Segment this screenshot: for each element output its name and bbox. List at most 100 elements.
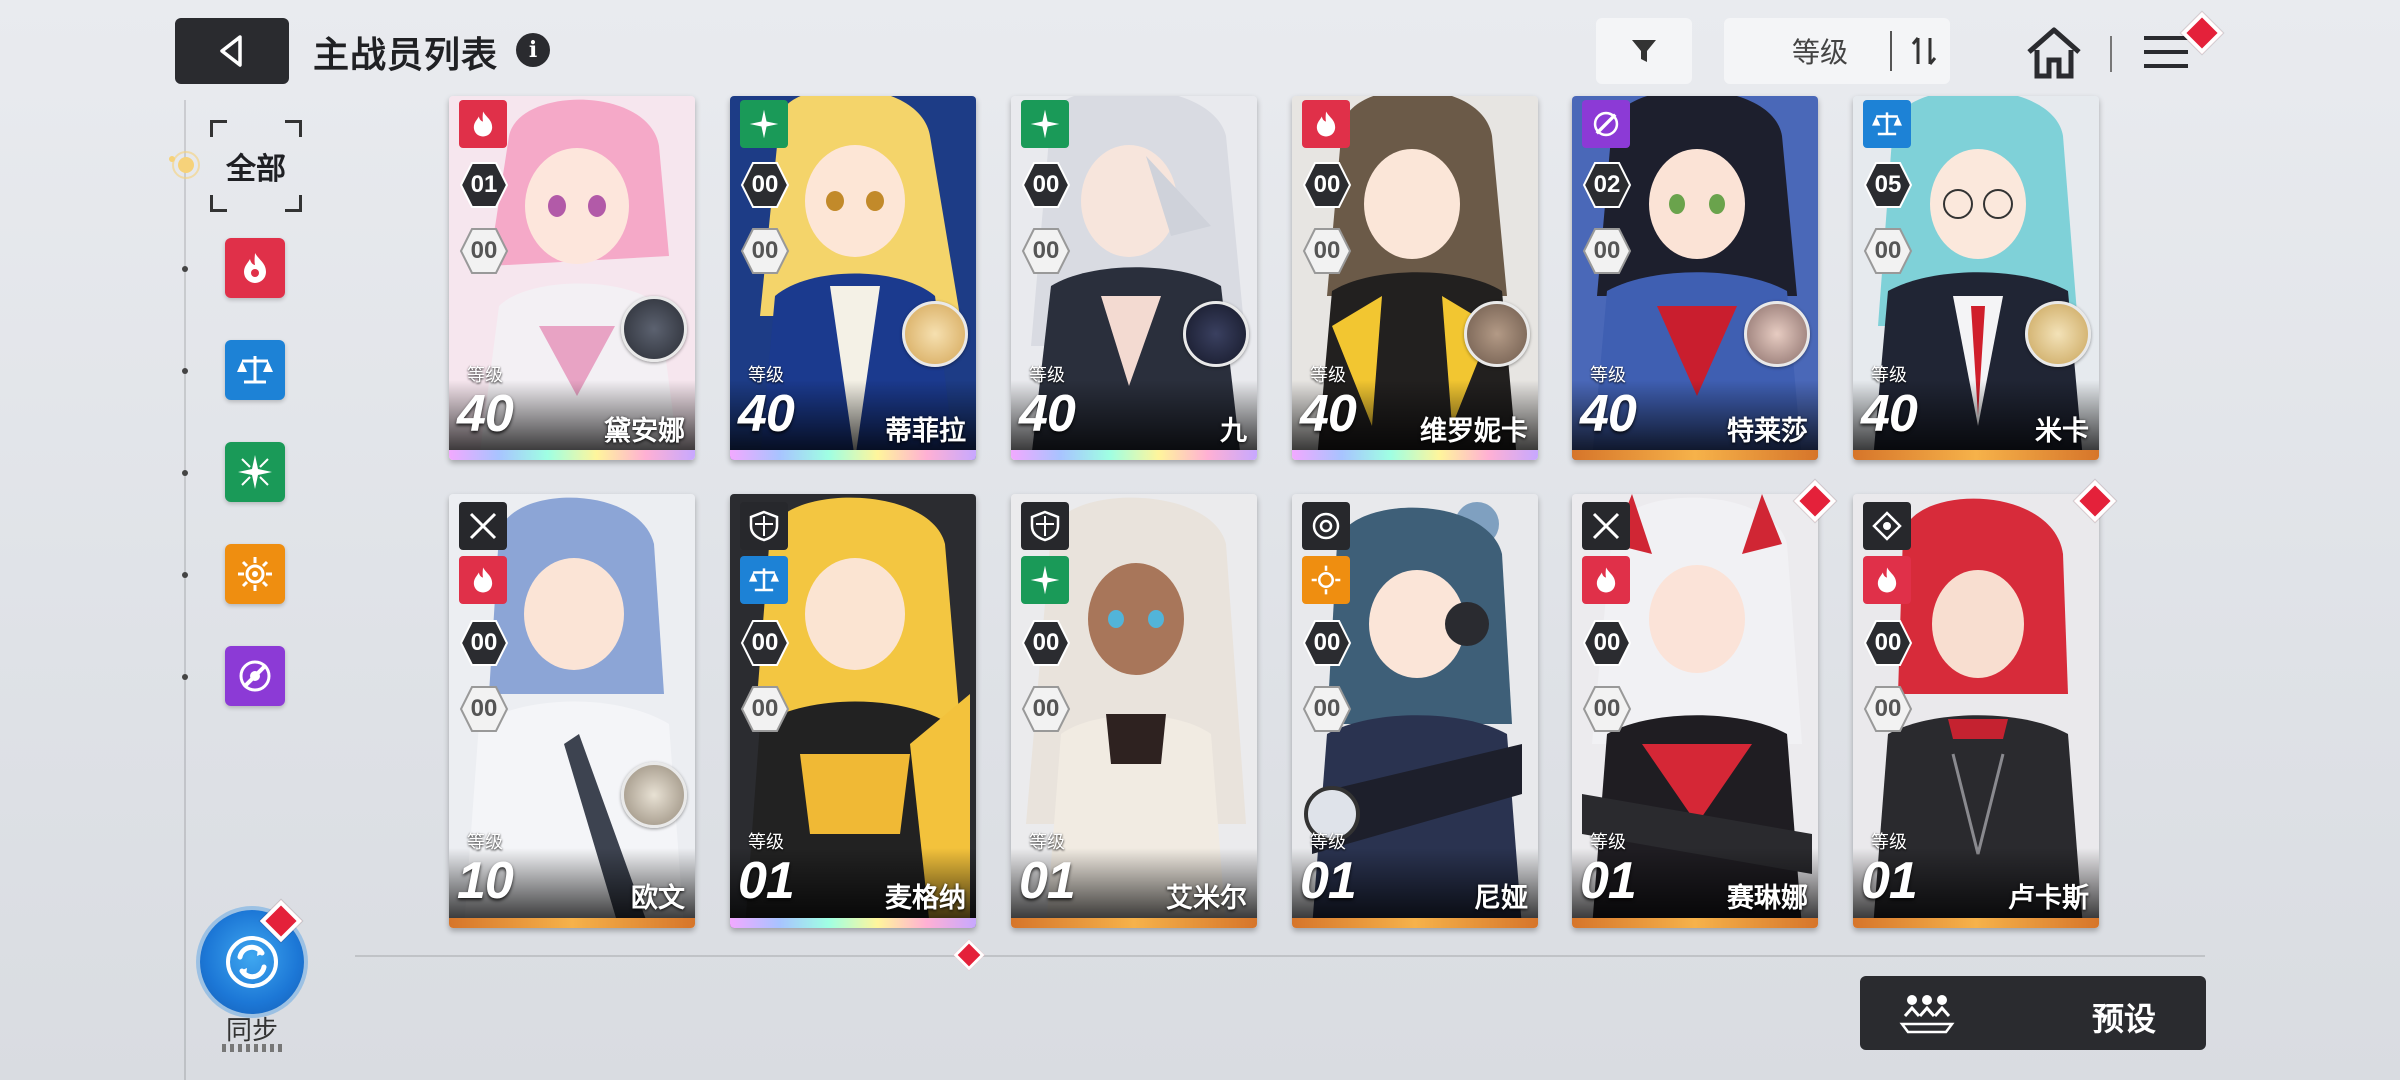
character-name: 蒂菲拉 bbox=[885, 416, 966, 446]
star-attribute-icon bbox=[1021, 556, 1069, 604]
character-card[interactable]: 00 00 等级 01 尼娅 bbox=[1292, 494, 1538, 928]
rank-value: 00 bbox=[751, 629, 779, 656]
rank-value: 00 bbox=[1874, 629, 1902, 656]
filter-all-label: 全部 bbox=[226, 153, 286, 186]
sort-divider bbox=[1890, 31, 1892, 71]
level-value: 01 bbox=[1580, 852, 1637, 910]
rarity-bar bbox=[449, 450, 695, 460]
bottom-divider bbox=[355, 955, 2205, 957]
character-card[interactable]: 00 00 等级 01 麦格纳 bbox=[730, 494, 976, 928]
level-value: 40 bbox=[738, 385, 795, 443]
fire-attribute-icon bbox=[459, 556, 507, 604]
fire-attribute-icon bbox=[1302, 100, 1350, 148]
sub-rank-hex: 00 bbox=[1302, 684, 1352, 734]
character-name: 维罗妮卡 bbox=[1420, 416, 1528, 446]
rarity-bar bbox=[1011, 450, 1257, 460]
rank-value: 00 bbox=[1313, 629, 1341, 656]
frame-corner bbox=[285, 120, 302, 137]
frame-corner bbox=[285, 195, 302, 212]
character-card[interactable]: 00 00 等级 01 赛琳娜 bbox=[1572, 494, 1818, 928]
sort-label: 等级 bbox=[1791, 37, 1848, 68]
frame-corner bbox=[210, 195, 227, 212]
scale-attribute-icon bbox=[1863, 100, 1911, 148]
sub-rank-value: 00 bbox=[470, 695, 498, 722]
sub-rank-value: 00 bbox=[470, 237, 498, 264]
sub-rank-value: 00 bbox=[751, 237, 779, 264]
sidebar-dot bbox=[182, 368, 188, 374]
sub-rank-hex: 00 bbox=[459, 684, 509, 734]
support-avatar bbox=[621, 762, 687, 828]
character-card[interactable]: 02 00 等级 40 特莱莎 bbox=[1572, 96, 1818, 460]
character-card[interactable]: 00 00 等级 40 维罗妮卡 bbox=[1292, 96, 1538, 460]
rank-value: 02 bbox=[1593, 171, 1621, 198]
character-card[interactable]: 01 00 等级 40 黛安娜 bbox=[449, 96, 695, 460]
rank-value: 00 bbox=[1032, 629, 1060, 656]
sync-label: 同步 bbox=[226, 1015, 279, 1045]
character-name: 麦格纳 bbox=[885, 883, 966, 913]
level-value: 01 bbox=[1300, 852, 1357, 910]
sort-dropdown[interactable]: 等级 bbox=[1724, 18, 1950, 84]
sub-rank-value: 00 bbox=[1032, 695, 1060, 722]
level-value: 40 bbox=[1861, 385, 1918, 443]
rank-hex: 00 bbox=[1582, 618, 1632, 668]
sub-rank-value: 00 bbox=[1313, 695, 1341, 722]
rank-value: 00 bbox=[1593, 629, 1621, 656]
shield-class-icon bbox=[1021, 502, 1069, 550]
character-card[interactable]: 00 00 等级 40 蒂菲拉 bbox=[730, 96, 976, 460]
frame-corner bbox=[210, 120, 227, 137]
rank-hex: 00 bbox=[740, 160, 790, 210]
level-value: 40 bbox=[1300, 385, 1357, 443]
rank-value: 01 bbox=[470, 171, 498, 198]
preset-label: 预设 bbox=[2091, 1001, 2156, 1037]
sub-rank-value: 00 bbox=[1593, 237, 1621, 264]
fire-attribute-icon bbox=[459, 100, 507, 148]
rank-hex: 00 bbox=[1302, 160, 1352, 210]
sidebar-dot bbox=[182, 674, 188, 680]
character-card[interactable]: 00 00 等级 01 艾米尔 bbox=[1011, 494, 1257, 928]
filter-star-button[interactable] bbox=[225, 442, 285, 502]
sub-rank-hex: 00 bbox=[1021, 684, 1071, 734]
filter-order-button[interactable] bbox=[225, 340, 285, 400]
character-card[interactable]: 05 00 等级 40 米卡 bbox=[1853, 96, 2099, 460]
support-avatar bbox=[1464, 301, 1530, 367]
sub-rank-value: 00 bbox=[1593, 695, 1621, 722]
star-attribute-icon bbox=[1021, 100, 1069, 148]
rarity-bar bbox=[1572, 450, 1818, 460]
filter-all-button[interactable]: 全部 bbox=[210, 120, 302, 212]
rank-hex: 05 bbox=[1863, 160, 1913, 210]
preset-button[interactable]: 预设 bbox=[1860, 976, 2206, 1050]
support-avatar bbox=[1183, 301, 1249, 367]
character-name: 欧文 bbox=[631, 883, 685, 913]
back-button[interactable] bbox=[175, 18, 289, 84]
support-avatar bbox=[2025, 301, 2091, 367]
filter-fire-button[interactable] bbox=[225, 238, 285, 298]
character-card[interactable]: 00 00 等级 01 卢卡斯 bbox=[1853, 494, 2099, 928]
fire-attribute-icon bbox=[1582, 556, 1630, 604]
level-value: 40 bbox=[1019, 385, 1076, 443]
info-icon[interactable]: i bbox=[516, 33, 550, 67]
scale-attribute-icon bbox=[237, 356, 273, 384]
sync-decoration bbox=[222, 1044, 284, 1052]
rarity-bar bbox=[1853, 918, 2099, 928]
filter-sun-button[interactable] bbox=[225, 544, 285, 604]
star-attribute-icon bbox=[740, 100, 788, 148]
rank-hex: 01 bbox=[459, 160, 509, 210]
sub-rank-value: 00 bbox=[1874, 695, 1902, 722]
rarity-bar bbox=[730, 450, 976, 460]
rarity-bar bbox=[1572, 918, 1818, 928]
filter-button[interactable] bbox=[1596, 18, 1692, 84]
character-card[interactable]: 00 00 等级 10 欧文 bbox=[449, 494, 695, 928]
rank-value: 00 bbox=[1032, 171, 1060, 198]
filter-void-button[interactable] bbox=[225, 646, 285, 706]
sub-rank-hex: 00 bbox=[740, 226, 790, 276]
rank-value: 00 bbox=[1313, 171, 1341, 198]
sub-rank-value: 00 bbox=[1032, 237, 1060, 264]
sort-order-toggle[interactable] bbox=[1898, 25, 1950, 77]
character-name: 黛安娜 bbox=[604, 416, 685, 446]
sword-class-icon bbox=[459, 502, 507, 550]
home-icon bbox=[2027, 27, 2081, 79]
home-button[interactable] bbox=[2025, 26, 2083, 80]
level-value: 01 bbox=[738, 852, 795, 910]
header-divider bbox=[2110, 36, 2112, 72]
character-card[interactable]: 00 00 等级 40 九 bbox=[1011, 96, 1257, 460]
